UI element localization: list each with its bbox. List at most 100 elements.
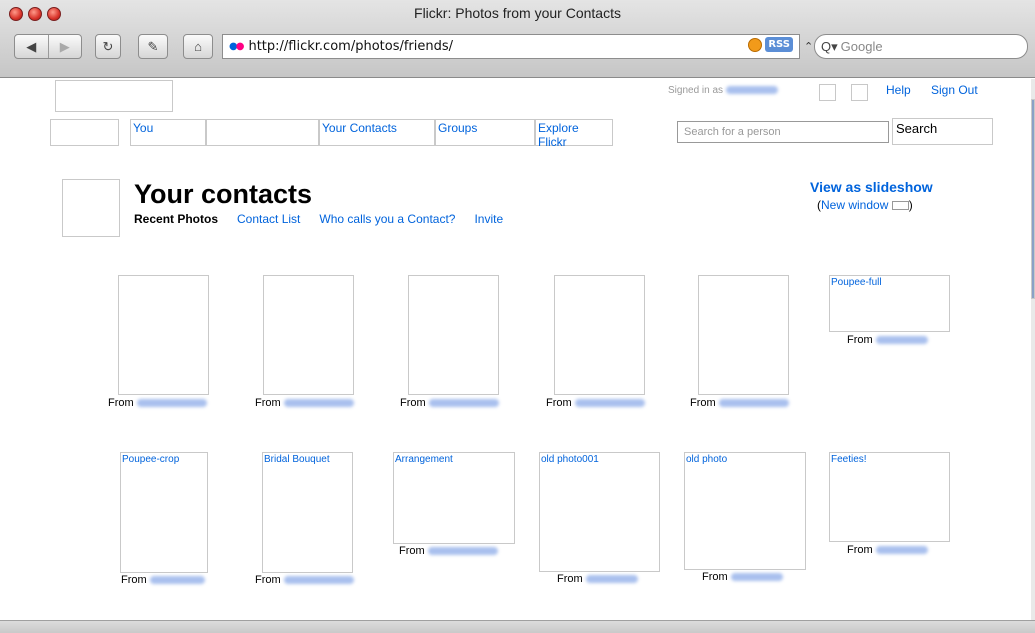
from-label: From — [847, 334, 873, 346]
from-label: From — [108, 397, 134, 409]
photo-thumbnail[interactable] — [554, 275, 645, 395]
rss-button[interactable]: RSS — [765, 37, 793, 52]
from-label: From — [690, 397, 716, 409]
photo-thumbnail[interactable] — [118, 275, 209, 395]
search-button[interactable]: Search — [892, 118, 993, 145]
forward-arrow-icon[interactable]: ▶ — [49, 39, 82, 55]
contacts-subnav: Recent Photos Contact List Who calls you… — [134, 212, 503, 226]
home-button[interactable]: ⌂ — [183, 34, 213, 59]
caret-icon: ⌃ — [804, 41, 814, 53]
from-label: From — [546, 397, 572, 409]
from-label: From — [255, 574, 281, 586]
buddy-icon[interactable] — [62, 179, 120, 237]
home-icon: ⌂ — [194, 39, 202, 54]
edit-button[interactable]: ✎ — [138, 34, 168, 59]
photo-from: From — [557, 573, 638, 585]
signed-in-label: Signed in as — [668, 85, 724, 96]
photo-from: From — [702, 571, 783, 583]
tab-invite[interactable]: Invite — [474, 212, 503, 226]
contact-name-link[interactable] — [427, 547, 498, 556]
photo-thumbnail[interactable] — [408, 275, 499, 395]
photo-thumbnail[interactable]: Bridal Bouquet — [262, 452, 353, 573]
contact-name-link[interactable] — [730, 573, 783, 582]
person-search-input[interactable]: Search for a person — [677, 121, 889, 143]
photo-from: From — [400, 397, 499, 409]
nav-placeholder — [206, 119, 319, 146]
nav-you-link[interactable]: You — [133, 121, 153, 135]
nav-groups[interactable]: Groups — [435, 119, 535, 146]
photo-from: From — [690, 397, 789, 409]
sign-out-link[interactable]: Sign Out — [931, 83, 978, 97]
address-bar[interactable]: ●● http://flickr.com/photos/friends/ RSS — [222, 34, 800, 59]
snapback-icon[interactable] — [748, 37, 763, 52]
photo-from: From — [108, 397, 207, 409]
photo-from: From — [255, 397, 354, 409]
page-title: Your contacts — [134, 179, 313, 209]
reload-button[interactable]: ↻ — [95, 34, 121, 59]
search-icon[interactable]: Q▾ — [821, 39, 838, 55]
nav-placeholder — [50, 119, 119, 146]
contact-name-link[interactable] — [718, 399, 789, 408]
photo-from: From — [255, 574, 354, 586]
url-text[interactable]: http://flickr.com/photos/friends/ — [248, 39, 453, 54]
status-bar — [0, 620, 1035, 633]
photo-thumbnail[interactable]: old photo001 — [539, 452, 660, 572]
photo-thumbnail[interactable]: Feeties! — [829, 452, 950, 542]
nav-contacts-link[interactable]: Your Contacts — [322, 121, 397, 135]
nav-contacts[interactable]: Your Contacts — [319, 119, 435, 146]
photo-from: From — [847, 334, 928, 346]
new-window-option: (New window ) — [817, 198, 913, 212]
paren-close: ) — [908, 198, 913, 212]
browser-chrome: Flickr: Photos from your Contacts ◀ ▶ ↻ … — [0, 0, 1035, 78]
new-window-icon[interactable] — [891, 201, 909, 211]
username-link[interactable] — [725, 86, 778, 95]
contact-name-link[interactable] — [149, 576, 205, 585]
photo-thumbnail[interactable]: Poupee-full — [829, 275, 950, 332]
tab-who-calls-you[interactable]: Who calls you a Contact? — [319, 212, 455, 226]
photo-thumbnail[interactable]: old photo — [684, 452, 806, 570]
tab-contact-list[interactable]: Contact List — [237, 212, 300, 226]
google-search-placeholder: Google — [840, 39, 883, 54]
contact-name-link[interactable] — [136, 399, 207, 408]
back-forward-buttons[interactable]: ◀ ▶ — [14, 34, 82, 59]
slideshow-link[interactable]: View as slideshow — [810, 179, 933, 195]
help-link[interactable]: Help — [886, 83, 911, 97]
back-arrow-icon[interactable]: ◀ — [15, 39, 48, 55]
photo-from: From — [121, 574, 205, 586]
new-window-link[interactable]: New window — [821, 198, 888, 212]
photo-thumbnail[interactable]: Arrangement — [393, 452, 515, 544]
page-content: Signed in as Help Sign Out You Your Cont… — [0, 79, 1035, 620]
nav-you[interactable]: You — [130, 119, 206, 146]
icon-placeholder[interactable] — [851, 84, 868, 101]
scrollbar-thumb[interactable] — [1031, 99, 1035, 299]
nav-groups-link[interactable]: Groups — [438, 121, 477, 135]
contact-name-link[interactable] — [875, 336, 928, 345]
reload-icon: ↻ — [102, 38, 114, 54]
photo-thumbnail[interactable] — [698, 275, 789, 395]
from-label: From — [399, 545, 425, 557]
vertical-scrollbar[interactable] — [1031, 79, 1035, 620]
photo-from: From — [546, 397, 645, 409]
contact-name-link[interactable] — [283, 399, 354, 408]
photo-from: From — [399, 545, 498, 557]
contact-name-link[interactable] — [428, 399, 499, 408]
from-label: From — [400, 397, 426, 409]
photo-from: From — [847, 544, 928, 556]
contact-name-link[interactable] — [574, 399, 645, 408]
from-label: From — [847, 544, 873, 556]
flickr-favicon-icon: ●● — [229, 41, 244, 52]
flickr-logo[interactable] — [55, 80, 173, 112]
nav-explore[interactable]: Explore Flickr — [535, 119, 613, 149]
nav-explore-link[interactable]: Explore Flickr — [538, 121, 579, 149]
contact-name-link[interactable] — [585, 575, 638, 584]
google-search-field[interactable]: Q▾ Google — [814, 34, 1028, 59]
contact-name-link[interactable] — [283, 576, 354, 585]
icon-placeholder[interactable] — [819, 84, 836, 101]
photo-thumbnail[interactable]: Poupee-crop — [120, 452, 208, 573]
browser-window: Flickr: Photos from your Contacts ◀ ▶ ↻ … — [0, 0, 1035, 633]
photo-thumbnail[interactable] — [263, 275, 354, 395]
tab-recent-photos: Recent Photos — [134, 212, 219, 226]
from-label: From — [557, 573, 583, 585]
from-label: From — [702, 571, 728, 583]
contact-name-link[interactable] — [875, 546, 928, 555]
